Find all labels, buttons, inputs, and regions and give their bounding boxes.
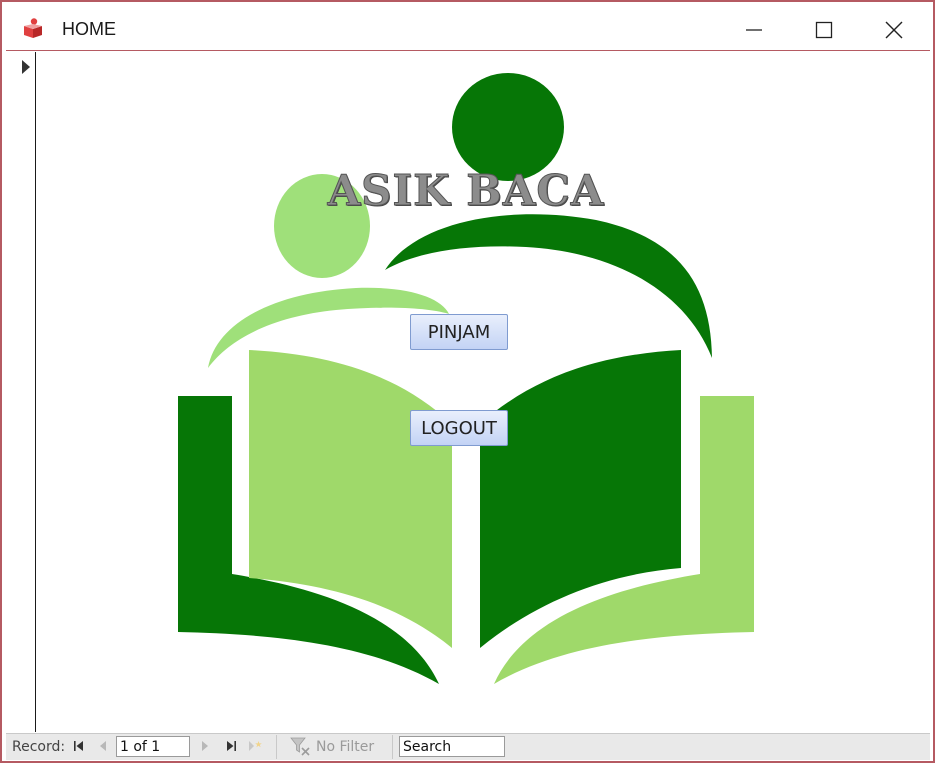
current-record-input[interactable] <box>116 736 190 757</box>
maximize-button[interactable] <box>798 10 850 50</box>
next-record-icon <box>202 741 208 751</box>
last-record-icon <box>227 741 236 751</box>
access-form-icon <box>24 18 42 38</box>
window-title: HOME <box>62 19 116 39</box>
close-button[interactable] <box>868 10 920 50</box>
form-window: HOME ASIK BACA PINJAM LOGOUT Record: 1 o… <box>0 0 935 763</box>
filter-icon[interactable] <box>290 737 312 757</box>
filter-status[interactable]: No Filter <box>316 739 374 755</box>
minimize-icon <box>746 29 762 31</box>
minimize-button[interactable] <box>728 10 780 50</box>
first-record-icon <box>74 741 83 751</box>
next-record-button[interactable] <box>198 739 212 753</box>
first-record-button[interactable] <box>72 739 86 753</box>
last-record-button[interactable] <box>224 739 238 753</box>
previous-record-button[interactable] <box>96 739 110 753</box>
title-divider <box>6 50 930 51</box>
current-record-arrow-icon <box>22 60 30 74</box>
title-bar[interactable]: HOME <box>2 2 933 52</box>
logo-text: ASIK BACA <box>327 166 605 216</box>
new-record-icon <box>249 741 262 751</box>
logout-button[interactable]: LOGOUT <box>410 410 508 446</box>
new-record-button[interactable] <box>248 739 262 753</box>
navbar-separator <box>392 735 393 759</box>
record-selector[interactable] <box>6 52 36 732</box>
maximize-icon <box>815 21 833 39</box>
record-label: Record: <box>12 739 66 755</box>
previous-record-icon <box>100 741 106 751</box>
book-reading-logo <box>178 73 754 684</box>
pinjam-button[interactable]: PINJAM <box>410 314 508 350</box>
record-navigation-bar: Record: No Filter <box>6 733 930 760</box>
navbar-separator <box>276 735 277 759</box>
search-input[interactable] <box>399 736 505 757</box>
close-icon <box>885 21 903 39</box>
form-detail: ASIK BACA PINJAM LOGOUT <box>36 52 930 732</box>
